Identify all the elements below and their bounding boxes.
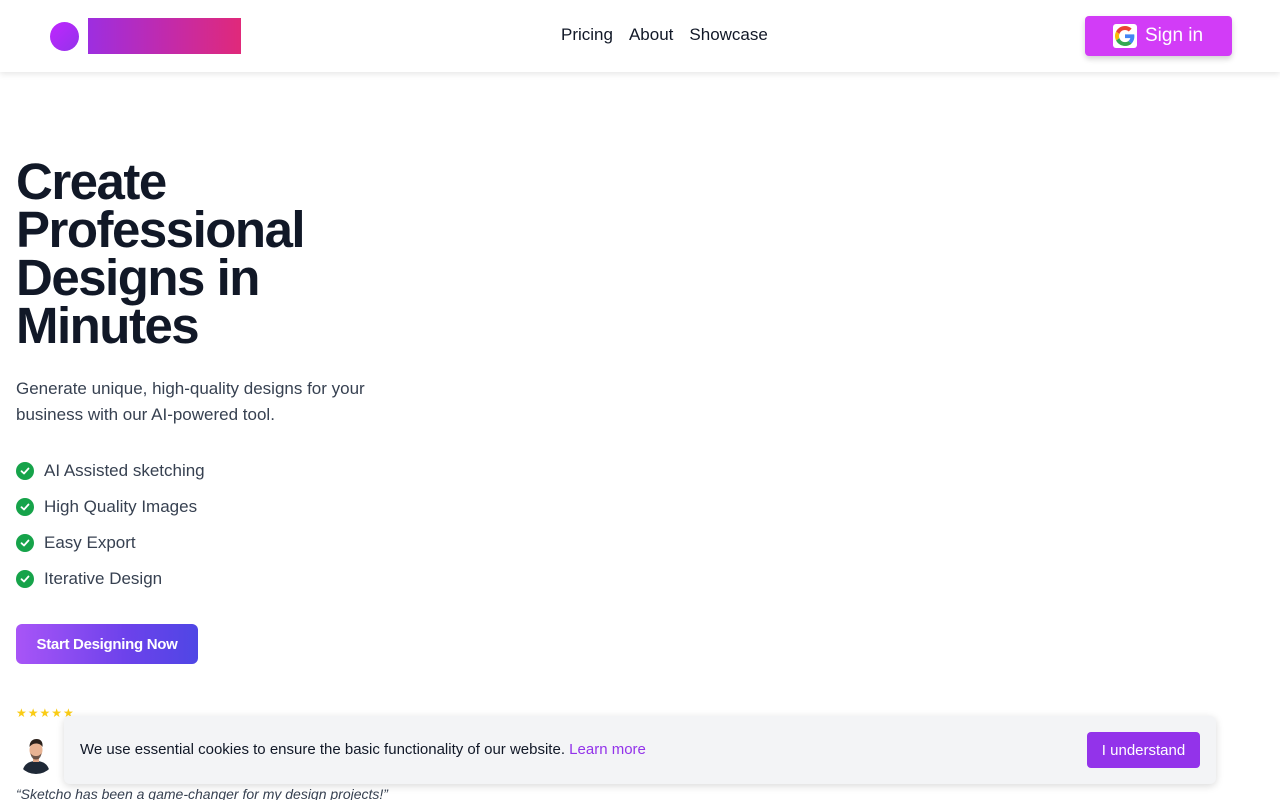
logo-wordmark[interactable] bbox=[88, 18, 241, 54]
feature-label: Iterative Design bbox=[44, 569, 163, 588]
feature-item: Iterative Design bbox=[16, 568, 205, 590]
nav-link-showcase[interactable]: Showcase bbox=[689, 24, 767, 46]
nav-link-pricing[interactable]: Pricing bbox=[561, 24, 613, 46]
feature-item: Easy Export bbox=[16, 532, 205, 554]
site-header: Pricing About Showcase Sign in bbox=[0, 0, 1280, 72]
check-circle-icon bbox=[16, 462, 34, 480]
feature-item: High Quality Images bbox=[16, 496, 205, 518]
google-icon bbox=[1113, 24, 1137, 48]
feature-item: AI Assisted sketching bbox=[16, 460, 205, 482]
check-circle-icon bbox=[16, 534, 34, 552]
cookie-message: We use essential cookies to ensure the b… bbox=[80, 741, 646, 758]
avatar bbox=[16, 734, 56, 774]
learn-more-link[interactable]: Learn more bbox=[569, 741, 646, 758]
hero-subtitle: Generate unique, high-quality designs fo… bbox=[16, 379, 365, 424]
feature-label: AI Assisted sketching bbox=[44, 461, 205, 480]
feature-label: High Quality Images bbox=[44, 497, 198, 516]
start-designing-button[interactable]: Start Designing Now bbox=[16, 624, 198, 664]
check-circle-icon bbox=[16, 570, 34, 588]
cookie-text: We use essential cookies to ensure the b… bbox=[80, 741, 565, 758]
hero-title: Create Professional Designs in Minutes bbox=[16, 153, 306, 354]
sign-in-label: Sign in bbox=[1145, 25, 1204, 46]
logo-icon[interactable] bbox=[50, 22, 79, 51]
check-circle-icon bbox=[16, 498, 34, 516]
feature-list: AI Assisted sketching High Quality Image… bbox=[16, 460, 205, 604]
feature-label: Easy Export bbox=[44, 533, 136, 552]
sign-in-button[interactable]: Sign in bbox=[1085, 16, 1232, 56]
nav-link-about[interactable]: About bbox=[629, 24, 673, 46]
cookie-banner: We use essential cookies to ensure the b… bbox=[64, 716, 1216, 784]
main-nav: Pricing About Showcase bbox=[561, 24, 784, 46]
testimonial-quote: “Sketcho has been a game-changer for my … bbox=[16, 786, 388, 800]
accept-cookies-button[interactable]: I understand bbox=[1087, 732, 1200, 768]
